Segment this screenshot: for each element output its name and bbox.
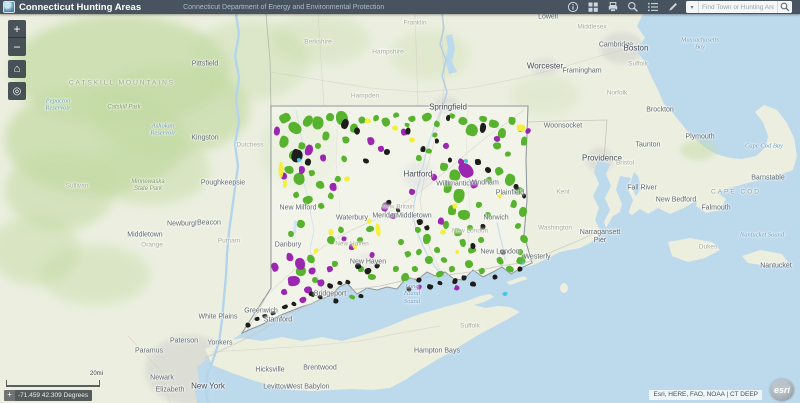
coordinates-text: -71.459 42.309 Degrees [18, 392, 89, 399]
hunting-area[interactable] [362, 158, 370, 164]
basemap-gallery-icon [588, 2, 598, 12]
basemap-svg [0, 0, 800, 403]
app-logo-globe-icon [3, 1, 15, 13]
hunting-area[interactable] [420, 145, 426, 153]
legend-button[interactable] [646, 1, 660, 14]
crosshair-icon[interactable]: + [4, 390, 15, 401]
zoom-in-button[interactable]: + [8, 20, 26, 38]
query-button[interactable] [626, 1, 640, 14]
coordinates-readout: + -71.459 42.309 Degrees [4, 390, 93, 401]
app-title: Connecticut Hunting Areas [19, 1, 142, 13]
hunting-area[interactable] [499, 249, 507, 255]
print-button[interactable] [606, 1, 620, 14]
info-icon [567, 1, 579, 13]
app-subtitle: Connecticut Department of Energy and Env… [183, 3, 385, 11]
hunting-area[interactable] [325, 112, 335, 122]
search-input[interactable] [699, 1, 777, 13]
map-canvas[interactable]: Pittsfield Berkshire Franklin Hampshire Hamp… [0, 0, 800, 403]
draw-icon [669, 3, 677, 11]
esri-logo: esri [770, 379, 794, 401]
print-icon [608, 2, 618, 12]
hunting-area[interactable] [474, 158, 482, 166]
app-header: Connecticut Hunting Areas Connecticut De… [0, 0, 800, 14]
hunting-area[interactable] [484, 211, 492, 219]
search-button[interactable] [777, 1, 792, 13]
hunting-area[interactable] [319, 154, 327, 162]
hunting-area[interactable] [521, 136, 527, 146]
hunting-area[interactable] [314, 142, 322, 150]
locate-button[interactable]: ◎ [8, 82, 26, 100]
map-attribution: Esri, HERE, FAO, NOAA | CT DEEP [649, 390, 762, 400]
scale-label: 20mi [89, 371, 103, 377]
hunting-area[interactable] [437, 280, 443, 286]
locate-icon: ◎ [12, 85, 22, 97]
zoom-control: + − [8, 20, 26, 56]
search-dropdown-button[interactable]: ▾ [686, 1, 699, 13]
hunting-area[interactable] [328, 228, 334, 236]
hunting-area[interactable] [521, 193, 527, 199]
header-toolbar: ▾ [566, 1, 800, 14]
draw-button[interactable] [666, 1, 680, 14]
scale-bar: 20mi [6, 371, 103, 387]
hunting-area[interactable] [492, 142, 502, 150]
hunting-area[interactable] [358, 293, 364, 299]
hunting-area[interactable] [469, 281, 477, 287]
search-icon [780, 2, 790, 12]
hunting-area[interactable] [445, 114, 451, 122]
hunting-area[interactable] [294, 257, 306, 271]
hunting-area[interactable] [470, 242, 476, 250]
home-icon: ⌂ [13, 62, 21, 75]
zoom-out-button[interactable]: − [8, 38, 26, 56]
legend-icon [647, 2, 658, 12]
query-icon [628, 2, 638, 12]
hunting-area[interactable] [329, 182, 337, 192]
block-island [560, 283, 568, 293]
hunting-area[interactable] [433, 246, 441, 254]
chevron-down-icon: ▾ [690, 4, 694, 11]
search-group: ▾ [686, 1, 792, 13]
info-button[interactable] [566, 1, 580, 14]
app-window: Pittsfield Berkshire Franklin Hampshire Hamp… [0, 0, 800, 403]
home-button[interactable]: ⌂ [8, 60, 26, 78]
hunting-area[interactable] [391, 124, 399, 132]
hunting-area[interactable] [513, 183, 519, 191]
hunting-area[interactable] [435, 138, 439, 144]
basemap-gallery-button[interactable] [586, 1, 600, 14]
